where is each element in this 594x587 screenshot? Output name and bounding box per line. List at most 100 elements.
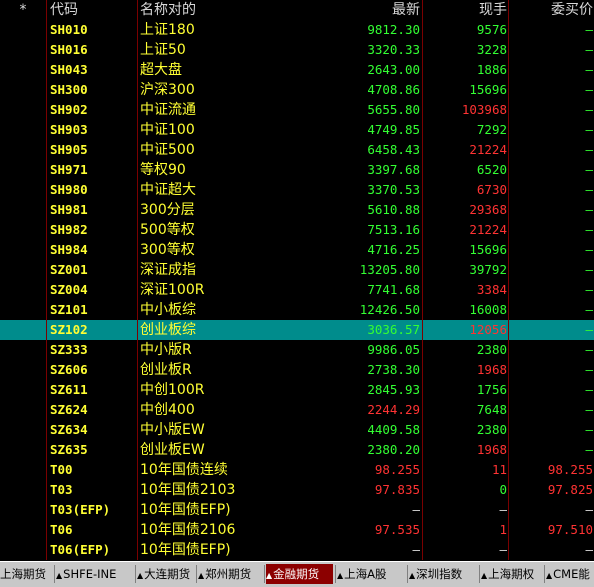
security-code: SZ333: [50, 342, 88, 357]
tab-1[interactable]: ▲SHFE-INE: [56, 564, 134, 584]
tab-label: 大连期货: [144, 567, 191, 581]
bid-price: —: [585, 22, 593, 37]
table-row[interactable]: SZ101 中小板综 12426.50 16008 —: [0, 300, 594, 320]
tab-7[interactable]: ▲上海期权: [481, 564, 543, 584]
latest-price: 97.535: [374, 522, 420, 537]
tab-label: 郑州期货: [205, 567, 252, 581]
header-latest[interactable]: 最新: [250, 0, 420, 20]
triangle-up-icon: ▲: [56, 571, 63, 580]
table-row[interactable]: SH300 沪深300 4708.86 15696 —: [0, 80, 594, 100]
security-code: SH980: [50, 182, 88, 197]
security-code: SZ624: [50, 402, 88, 417]
security-name: 深证100R: [140, 282, 205, 298]
bid-price: 97.825: [547, 482, 593, 497]
current-volume: 39792: [469, 262, 507, 277]
column-divider: [508, 0, 509, 560]
latest-price: 4749.85: [367, 122, 420, 137]
header-volume[interactable]: 现手: [425, 0, 507, 20]
security-code: SH300: [50, 82, 88, 97]
table-row[interactable]: SZ102 创业板综 3036.57 12056 —: [0, 320, 594, 340]
table-row[interactable]: T06 10年国债2106 97.535 1 97.510: [0, 520, 594, 540]
security-code: T03(EFP): [50, 502, 111, 517]
security-name: 创业板EW: [140, 442, 205, 458]
table-row[interactable]: SZ635 创业板EW 2380.20 1968 —: [0, 440, 594, 460]
table-row[interactable]: SH010 上证180 9812.30 9576 —: [0, 20, 594, 40]
tab-5[interactable]: ▲上海A股: [337, 564, 405, 584]
table-row[interactable]: SH971 等权90 3397.68 6520 —: [0, 160, 594, 180]
security-name: 10年国债2103: [140, 482, 236, 498]
triangle-up-icon: ▲: [481, 571, 488, 580]
table-row[interactable]: SZ624 中创400 2244.29 7648 —: [0, 400, 594, 420]
table-row[interactable]: SH043 超大盘 2643.00 1886 —: [0, 60, 594, 80]
header-bid[interactable]: 委买价: [510, 0, 593, 20]
latest-price: 12426.50: [359, 302, 420, 317]
latest-price: 4716.25: [367, 242, 420, 257]
bid-price: —: [585, 402, 593, 417]
header-name[interactable]: 名称对的: [140, 0, 250, 20]
current-volume: 15696: [469, 242, 507, 257]
table-row[interactable]: T00 10年国债连续 98.255 11 98.255: [0, 460, 594, 480]
table-row[interactable]: SZ001 深证成指 13205.80 39792 —: [0, 260, 594, 280]
bid-price: —: [585, 382, 593, 397]
tab-6[interactable]: ▲深圳指数: [409, 564, 477, 584]
tab-separator: [407, 565, 408, 583]
table-header: * 代码 名称对的 最新 现手 委买价: [0, 0, 594, 20]
security-name: 中小板综: [140, 302, 196, 318]
tab-2[interactable]: ▲大连期货: [137, 564, 195, 584]
security-code: SZ606: [50, 362, 88, 377]
tab-3[interactable]: ▲郑州期货: [198, 564, 262, 584]
tab-8[interactable]: ▲CME能: [546, 564, 594, 584]
tab-0[interactable]: 上海期货: [0, 564, 52, 584]
table-row[interactable]: T06(EFP) 10年国债EFP) — — —: [0, 540, 594, 560]
table-row[interactable]: SH016 上证50 3320.33 3228 —: [0, 40, 594, 60]
bid-price: —: [585, 82, 593, 97]
header-code[interactable]: 代码: [50, 0, 134, 20]
security-name: 10年国债EFP): [140, 542, 231, 558]
table-row[interactable]: SH984 300等权 4716.25 15696 —: [0, 240, 594, 260]
security-code: SH043: [50, 62, 88, 77]
current-volume: 11: [491, 462, 507, 477]
latest-price: 3320.33: [367, 42, 420, 57]
bid-price: —: [585, 362, 593, 377]
current-volume: 6730: [476, 182, 507, 197]
tab-4[interactable]: ▲金融期货: [266, 564, 333, 584]
latest-price: 5655.80: [367, 102, 420, 117]
current-volume: 2380: [476, 422, 507, 437]
table-row[interactable]: SZ004 深证100R 7741.68 3384 —: [0, 280, 594, 300]
latest-price: 2738.30: [367, 362, 420, 377]
security-code: SZ102: [50, 322, 88, 337]
table-row[interactable]: SH982 500等权 7513.16 21224 —: [0, 220, 594, 240]
current-volume: 12056: [469, 322, 507, 337]
current-volume: 7292: [476, 122, 507, 137]
tab-separator: [479, 565, 480, 583]
column-divider: [422, 0, 423, 560]
latest-price: 5610.88: [367, 202, 420, 217]
header-star[interactable]: *: [0, 0, 46, 20]
security-code: SH903: [50, 122, 88, 137]
bid-price: —: [585, 502, 593, 517]
table-row[interactable]: SZ606 创业板R 2738.30 1968 —: [0, 360, 594, 380]
table-row[interactable]: SH981 300分层 5610.88 29368 —: [0, 200, 594, 220]
table-row[interactable]: T03 10年国债2103 97.835 0 97.825: [0, 480, 594, 500]
table-row[interactable]: SZ611 中创100R 2845.93 1756 —: [0, 380, 594, 400]
security-code: SZ004: [50, 282, 88, 297]
table-row[interactable]: T03(EFP) 10年国债EFP) — — —: [0, 500, 594, 520]
security-code: SH984: [50, 242, 88, 257]
current-volume: 1968: [476, 442, 507, 457]
security-name: 500等权: [140, 222, 195, 238]
table-row[interactable]: SH903 中证100 4749.85 7292 —: [0, 120, 594, 140]
table-row[interactable]: SZ333 中小版R 9986.05 2380 —: [0, 340, 594, 360]
bid-price: —: [585, 442, 593, 457]
bid-price: —: [585, 422, 593, 437]
bid-price: —: [585, 162, 593, 177]
triangle-up-icon: ▲: [337, 571, 344, 580]
triangle-up-icon: ▲: [137, 571, 144, 580]
table-row[interactable]: SZ634 中小版EW 4409.58 2380 —: [0, 420, 594, 440]
latest-price: 9812.30: [367, 22, 420, 37]
security-code: SH982: [50, 222, 88, 237]
current-volume: —: [499, 502, 507, 517]
table-row[interactable]: SH905 中证500 6458.43 21224 —: [0, 140, 594, 160]
table-row[interactable]: SH902 中证流通 5655.80 103968 —: [0, 100, 594, 120]
table-row[interactable]: SH980 中证超大 3370.53 6730 —: [0, 180, 594, 200]
tab-separator: [54, 565, 55, 583]
